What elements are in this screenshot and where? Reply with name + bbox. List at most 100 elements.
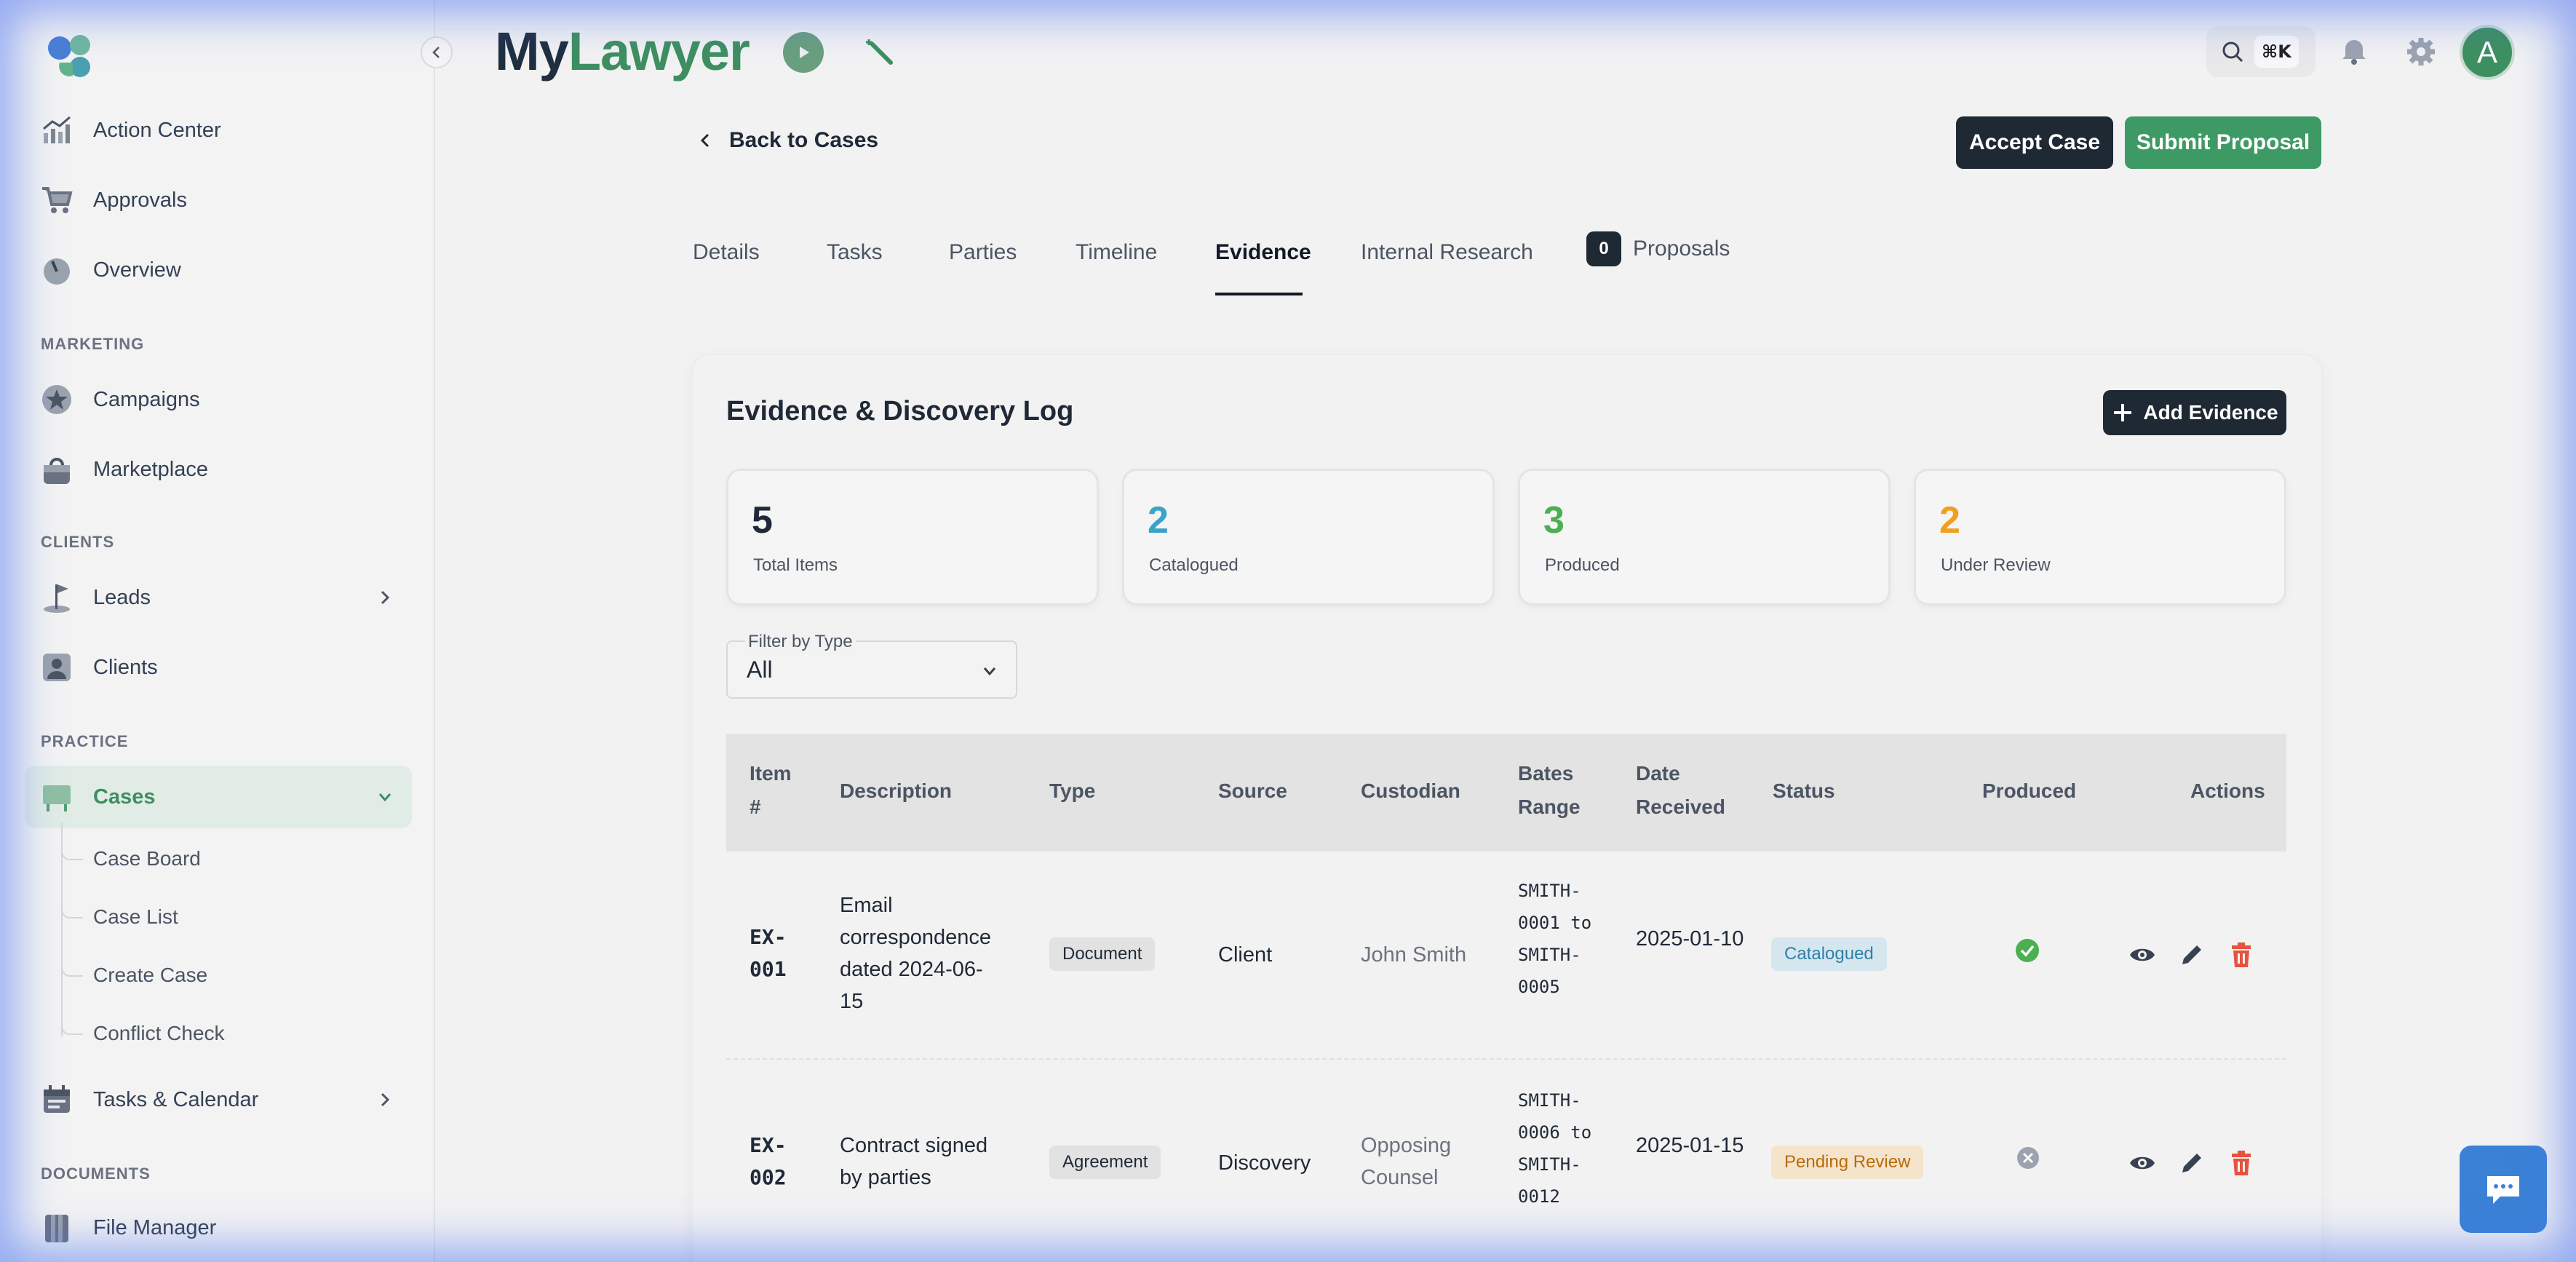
magic-wand-button[interactable]	[860, 32, 901, 73]
tab-proposals[interactable]: 0 Proposals	[1586, 231, 1730, 266]
pencil-icon	[2182, 945, 2201, 964]
filter-value: All	[747, 656, 773, 683]
cell-bates: SMITH-0001 to SMITH-0005	[1518, 881, 1592, 997]
delete-button[interactable]	[2227, 1148, 2256, 1178]
sidebar-item-tasks-calendar[interactable]: Tasks & Calendar	[25, 1068, 412, 1131]
status-badge: Catalogued	[1771, 937, 1887, 971]
chat-icon	[2487, 1176, 2519, 1204]
stat-label: Produced	[1545, 555, 1620, 575]
sidebar-item-label: File Manager	[93, 1215, 217, 1239]
col-date-received: Date Received	[1636, 762, 1725, 818]
stat-value: 5	[752, 499, 773, 541]
type-badge: Document	[1049, 937, 1156, 971]
sidebar-item-campaigns[interactable]: Campaigns	[25, 368, 412, 431]
sidebar-item-marketplace[interactable]: Marketplace	[25, 438, 412, 501]
cell-date: 2025-01-15	[1636, 1134, 1744, 1157]
sidebar-item-label: Marketplace	[93, 457, 208, 481]
sidebar-item-label: Cases	[93, 785, 156, 809]
tab-timeline[interactable]: Timeline	[1076, 240, 1157, 265]
avatar[interactable]: A	[2460, 25, 2515, 80]
notifications-button[interactable]	[2337, 35, 2371, 68]
cell-bates: SMITH-0006 to SMITH-0012	[1518, 1090, 1592, 1207]
chevron-left-icon	[432, 47, 440, 58]
sidebar-item-approvals[interactable]: Approvals	[25, 169, 412, 231]
stat-value: 2	[1939, 499, 1960, 541]
person-icon	[41, 651, 73, 683]
add-evidence-label: Add Evidence	[2143, 401, 2278, 424]
section-label-clients: CLIENTS	[41, 533, 115, 551]
type-badge: Agreement	[1049, 1146, 1161, 1179]
delete-button[interactable]	[2227, 940, 2256, 969]
x-circle-icon	[2017, 1147, 2039, 1169]
sidebar-subitem-conflict-check[interactable]: Conflict Check	[61, 1012, 225, 1045]
tab-parties[interactable]: Parties	[949, 240, 1017, 265]
sidebar-item-cases[interactable]: Cases	[25, 766, 412, 828]
col-status: Status	[1773, 779, 1835, 802]
submit-proposal-button[interactable]: Submit Proposal	[2125, 116, 2321, 169]
chart-icon	[41, 114, 73, 146]
search-shortcut: ⌘K	[2254, 36, 2299, 68]
back-label: Back to Cases	[729, 128, 879, 152]
view-button[interactable]	[2128, 940, 2157, 969]
sidebar-item-leads[interactable]: Leads	[25, 566, 412, 629]
view-button[interactable]	[2128, 1148, 2157, 1178]
stat-label: Under Review	[1941, 555, 2051, 575]
chevron-down-icon	[378, 793, 391, 802]
section-label-documents: DOCUMENTS	[41, 1164, 151, 1183]
cart-icon	[41, 184, 73, 216]
tab-evidence[interactable]: Evidence	[1215, 240, 1311, 265]
board-icon	[41, 781, 73, 813]
star-icon	[41, 384, 73, 416]
stat-catalogued: 2 Catalogued	[1122, 469, 1495, 606]
settings-button[interactable]	[2404, 35, 2438, 68]
col-item: Item #	[750, 762, 792, 818]
chevron-right-icon	[381, 1092, 390, 1107]
bag-icon	[41, 453, 73, 485]
tab-details[interactable]: Details	[693, 240, 760, 265]
stat-label: Catalogued	[1149, 555, 1239, 575]
sidebar-item-clients[interactable]: Clients	[25, 636, 412, 699]
sidebar: Action Center Approvals Overview MARKETI…	[0, 0, 435, 1262]
sidebar-item-overview[interactable]: Overview	[25, 239, 412, 301]
tab-internal-research[interactable]: Internal Research	[1361, 240, 1533, 265]
chevron-left-icon	[700, 133, 709, 148]
eye-icon	[2130, 948, 2155, 961]
sidebar-item-action-center[interactable]: Action Center	[25, 99, 412, 162]
tab-tasks[interactable]: Tasks	[827, 240, 883, 265]
sidebar-item-file-manager[interactable]: File Manager	[25, 1196, 412, 1259]
add-evidence-button[interactable]: Add Evidence	[2103, 390, 2286, 435]
proposals-count-badge: 0	[1586, 231, 1621, 266]
stat-total-items: 5 Total Items	[726, 469, 1099, 606]
accept-case-button[interactable]: Accept Case	[1956, 116, 2113, 169]
bell-icon	[2342, 40, 2366, 65]
pencil-icon	[2182, 1154, 2201, 1172]
row-divider	[726, 1058, 2286, 1060]
trash-icon	[2232, 1151, 2251, 1175]
stat-under-review: 2 Under Review	[1914, 469, 2286, 606]
search-button[interactable]: ⌘K	[2206, 26, 2315, 77]
cell-description: Contract signed by parties	[840, 1134, 988, 1189]
back-to-cases-link[interactable]: Back to Cases	[699, 128, 878, 153]
sidebar-subitem-create-case[interactable]: Create Case	[60, 953, 207, 987]
plus-icon	[2114, 404, 2132, 421]
sidebar-item-label: Clients	[93, 655, 158, 679]
col-bates-range: Bates Range	[1518, 762, 1581, 818]
sidebar-subitem-case-board[interactable]: Case Board	[61, 837, 201, 870]
edit-button[interactable]	[2177, 940, 2206, 969]
sidebar-item-label: Approvals	[93, 188, 187, 212]
sidebar-subitem-case-list[interactable]: Case List	[61, 895, 178, 929]
sidebar-item-label: Leads	[93, 585, 151, 609]
chat-widget-button[interactable]	[2460, 1146, 2547, 1233]
collapse-sidebar-button[interactable]	[421, 36, 453, 68]
col-type: Type	[1049, 779, 1096, 802]
filter-by-type-select[interactable]: Filter by Type All	[726, 632, 1017, 699]
folder-icon	[41, 1212, 73, 1244]
play-button[interactable]	[783, 32, 824, 73]
sidebar-item-label: Action Center	[93, 118, 221, 142]
brand-part-2: Lawyer	[568, 21, 750, 82]
edit-button[interactable]	[2177, 1148, 2206, 1178]
sidebar-item-label: Tasks & Calendar	[93, 1087, 259, 1111]
status-badge: Pending Review	[1771, 1146, 1924, 1179]
active-tab-indicator	[1215, 293, 1303, 295]
col-source: Source	[1218, 779, 1287, 802]
